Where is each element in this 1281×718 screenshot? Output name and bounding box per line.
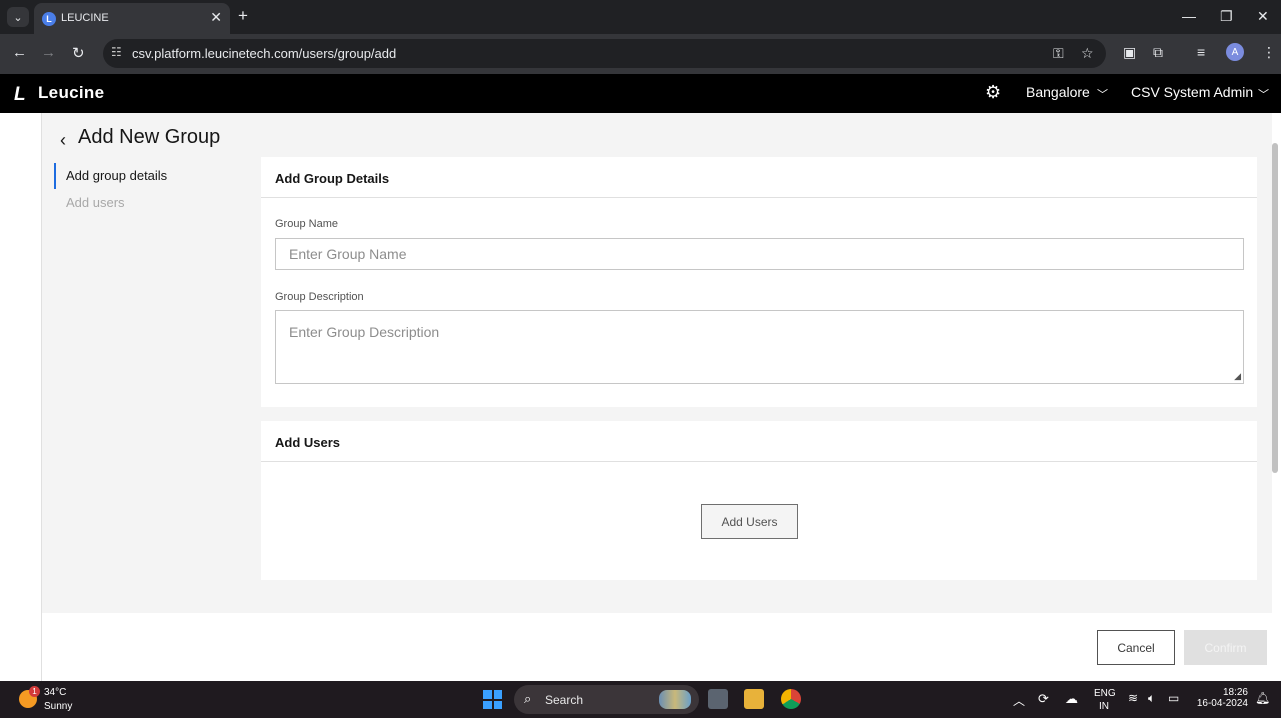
battery-icon[interactable]: ▭ — [1168, 691, 1179, 705]
windows-start-icon[interactable] — [483, 690, 502, 709]
forward-arrow-icon[interactable]: → — [41, 44, 56, 61]
step-add-users[interactable]: Add users — [54, 190, 234, 216]
clock-time: 18:26 — [1222, 687, 1248, 698]
cancel-button[interactable]: Cancel — [1097, 630, 1175, 665]
page-title: Add New Group — [78, 126, 221, 148]
language-region[interactable]: IN — [1099, 701, 1109, 712]
search-icon: ⌕ — [524, 691, 532, 706]
group-name-label: Group Name — [275, 218, 338, 230]
language-code[interactable]: ENG — [1094, 688, 1116, 699]
onedrive-cloud-icon[interactable]: ☁ — [1065, 691, 1078, 707]
step-add-group-details[interactable]: Add group details — [54, 163, 234, 189]
search-highlight-image — [659, 690, 691, 709]
leucine-favicon-icon: L — [42, 12, 56, 26]
back-arrow-icon[interactable]: ← — [12, 44, 27, 61]
group-name-input[interactable]: Enter Group Name — [275, 238, 1244, 270]
group-description-placeholder: Enter Group Description — [289, 324, 440, 340]
clock-date: 16-04-2024 — [1196, 698, 1248, 709]
windows-taskbar: 1 34°C Sunny ⌕ Search ︿ ⟳ ☁ ENG IN ≋ 🔈︎ … — [0, 681, 1281, 718]
resize-handle-icon[interactable]: ◢ — [1234, 371, 1241, 382]
chrome-icon[interactable] — [781, 689, 801, 709]
reload-icon[interactable]: ↻ — [72, 44, 85, 62]
notification-bell-icon[interactable]: 🔔︎ — [1255, 691, 1270, 705]
add-users-heading: Add Users — [261, 421, 1257, 462]
volume-icon[interactable]: 🔈︎ — [1148, 691, 1155, 706]
page-body: ‹ Add New Group Add group details Add us… — [0, 113, 1281, 681]
app-header: L Leucine ⚙ Bangalore ﹀ CSV System Admin… — [0, 74, 1281, 113]
site-info-icon[interactable]: ☷ — [111, 45, 122, 59]
group-details-heading: Add Group Details — [261, 157, 1257, 198]
bookmark-star-icon[interactable]: ☆ — [1081, 45, 1094, 62]
browser-menu-icon[interactable]: ⋮ — [1262, 44, 1276, 61]
add-users-button[interactable]: Add Users — [701, 504, 798, 539]
group-description-label: Group Description — [275, 291, 364, 303]
confirm-button[interactable]: Confirm — [1184, 630, 1267, 665]
extensions-icon[interactable]: ⧉ — [1153, 44, 1163, 61]
media-control-icon[interactable]: ≡ — [1197, 44, 1205, 60]
weather-temperature[interactable]: 34°C — [44, 687, 66, 698]
add-users-card: Add Users Add Users — [261, 421, 1257, 580]
user-menu[interactable]: CSV System Admin — [1131, 84, 1253, 100]
facility-chevron-down-icon[interactable]: ﹀ — [1097, 86, 1108, 102]
group-description-textarea[interactable]: Enter Group Description ◢ — [275, 310, 1244, 384]
sync-icon[interactable]: ⟳ — [1038, 691, 1049, 707]
back-chevron-icon[interactable]: ‹ — [60, 130, 66, 151]
taskbar-search[interactable]: ⌕ Search — [514, 685, 699, 714]
file-explorer-icon[interactable] — [744, 689, 764, 709]
facility-selector[interactable]: Bangalore — [1026, 84, 1090, 100]
weather-badge: 1 — [29, 686, 40, 697]
profile-avatar[interactable]: A — [1226, 43, 1244, 61]
browser-tab[interactable]: L LEUCINE ✕ — [34, 3, 230, 34]
restore-icon[interactable]: ❐ — [1220, 8, 1233, 25]
tray-overflow-chevron-icon[interactable]: ︿ — [1013, 692, 1025, 709]
browser-toolbar: ← → ↻ ☷ csv.platform.leucinetech.com/use… — [0, 34, 1281, 74]
address-bar[interactable]: ☷ csv.platform.leucinetech.com/users/gro… — [103, 39, 1106, 68]
app-logo-text: Leucine — [38, 83, 105, 102]
wifi-icon[interactable]: ≋ — [1128, 691, 1138, 705]
url-text[interactable]: csv.platform.leucinetech.com/users/group… — [132, 46, 396, 61]
page-scrollbar[interactable] — [1272, 143, 1278, 473]
task-view-icon[interactable] — [708, 689, 728, 709]
window-close-icon[interactable]: ✕ — [1257, 8, 1269, 25]
weather-condition[interactable]: Sunny — [44, 701, 72, 712]
browser-tab-bar: ⌄ L LEUCINE ✕ + — ❐ ✕ — [0, 0, 1281, 34]
taskbar-search-label: Search — [545, 693, 584, 707]
leucine-logo-icon: L — [14, 84, 26, 105]
new-tab-plus-icon[interactable]: + — [238, 6, 248, 26]
group-details-card: Add Group Details Group Name Enter Group… — [261, 157, 1257, 407]
tab-close-icon[interactable]: ✕ — [210, 9, 222, 26]
translate-icon[interactable]: ▣ — [1123, 44, 1136, 61]
left-rail — [0, 113, 42, 681]
form-footer — [42, 613, 1281, 681]
user-chevron-down-icon[interactable]: ﹀ — [1258, 86, 1269, 102]
taskbar-clock[interactable]: 18:26 16-04-2024 — [1196, 687, 1248, 709]
tab-title: LEUCINE — [61, 12, 109, 24]
settings-gear-icon[interactable]: ⚙ — [985, 82, 1001, 103]
minimize-icon[interactable]: — — [1182, 8, 1196, 24]
tab-search-chevron-icon[interactable]: ⌄ — [7, 7, 29, 27]
password-key-icon[interactable]: ⚿ — [1053, 45, 1064, 62]
